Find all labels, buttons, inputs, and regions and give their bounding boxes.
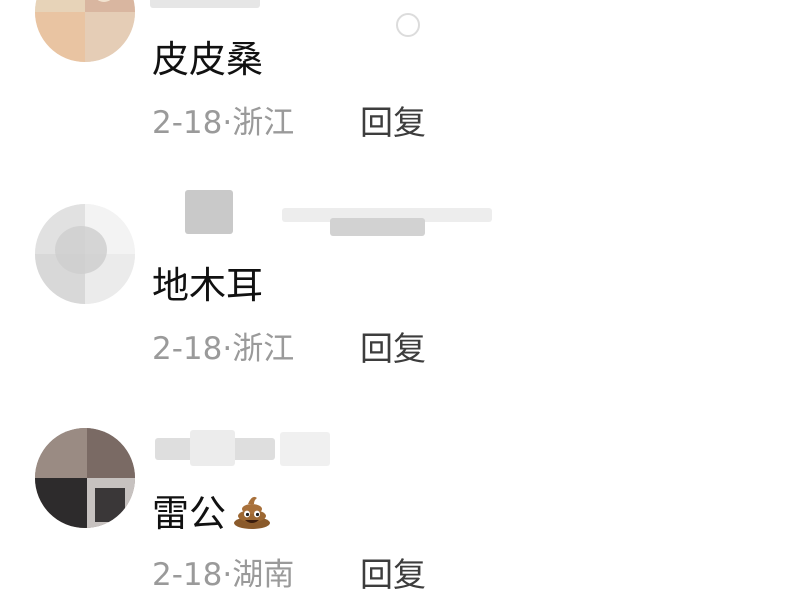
poop-emoji-icon xyxy=(232,492,272,540)
comment-location: 浙江 xyxy=(232,105,295,141)
comment-item: 雷公 2-18·湖南 回复 xyxy=(0,420,796,605)
comment-date: 2-18 xyxy=(152,557,223,593)
comment-date: 2-18 xyxy=(152,105,223,141)
comment-item: 皮皮桑 2-18·浙江 回复 xyxy=(0,0,796,200)
comment-text-label: 雷公 xyxy=(152,492,226,535)
comment-location: 浙江 xyxy=(232,331,295,367)
username-redacted xyxy=(330,218,425,236)
avatar[interactable] xyxy=(35,428,135,528)
comment-text: 地木耳 xyxy=(152,264,263,307)
username-redacted xyxy=(185,190,233,234)
meta-separator: · xyxy=(222,331,233,367)
reply-button[interactable]: 回复 xyxy=(360,330,426,368)
username-redacted xyxy=(280,432,330,466)
comment-meta: 2-18·浙江 xyxy=(152,330,294,368)
comment-meta: 2-18·浙江 xyxy=(152,104,294,142)
meta-separator: · xyxy=(222,105,233,141)
meta-separator: · xyxy=(222,557,233,593)
comment-date: 2-18 xyxy=(152,331,223,367)
comment-text: 雷公 xyxy=(152,492,272,540)
comment-text: 皮皮桑 xyxy=(152,38,263,81)
avatar[interactable] xyxy=(35,204,135,304)
reply-button[interactable]: 回复 xyxy=(360,104,426,142)
comment-meta: 2-18·湖南 xyxy=(152,556,294,594)
reply-button[interactable]: 回复 xyxy=(360,556,426,594)
avatar[interactable] xyxy=(35,0,135,62)
comment-location: 湖南 xyxy=(232,557,295,593)
comment-list: 皮皮桑 2-18·浙江 回复 地木耳 2-18·浙江 回复 雷公 2-18·湖南… xyxy=(0,0,796,605)
comment-item: 地木耳 2-18·浙江 回复 xyxy=(0,190,796,390)
like-icon[interactable] xyxy=(396,13,420,37)
username-redacted xyxy=(190,430,235,466)
username-redacted xyxy=(150,0,260,8)
